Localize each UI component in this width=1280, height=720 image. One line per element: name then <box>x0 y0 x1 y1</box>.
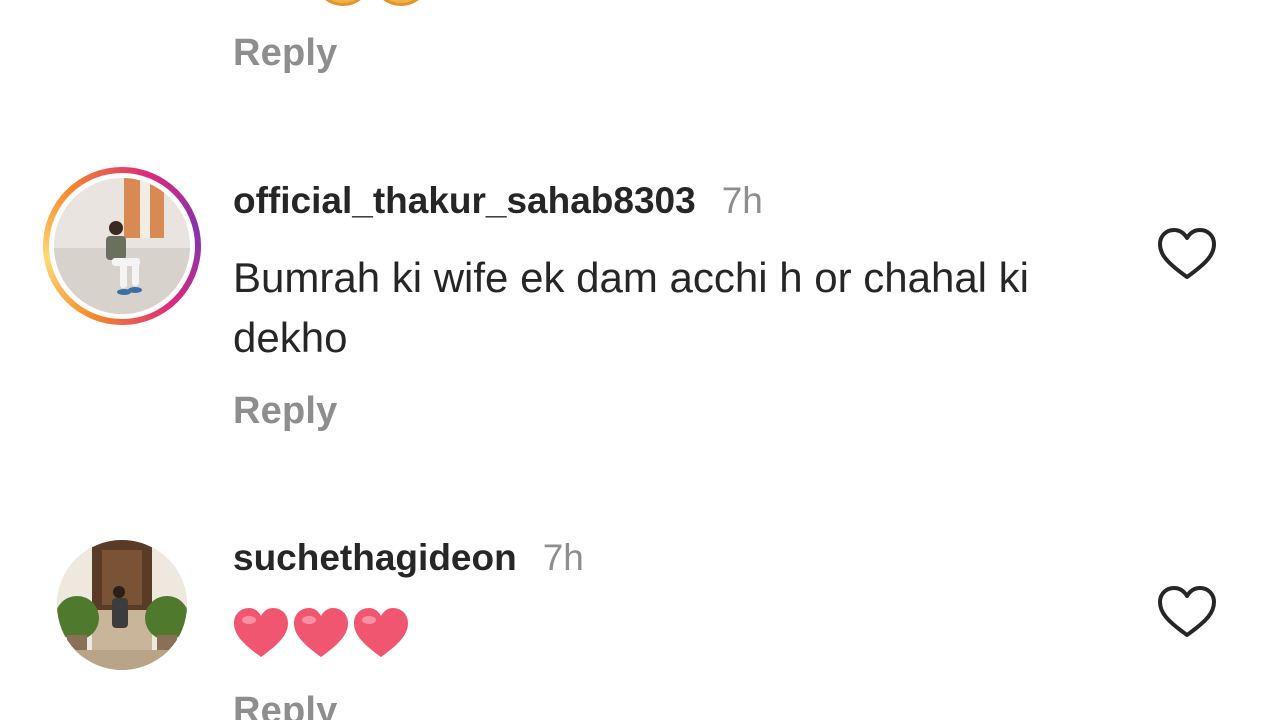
comment-emoji-text <box>232 606 410 660</box>
reply-button[interactable]: Reply <box>233 390 337 433</box>
comment-text: Bumrah ki wife ek dam acchi h or chahal … <box>233 254 1030 361</box>
comment-username[interactable]: official_thakur_sahab8303 <box>233 180 696 222</box>
red-heart-icon <box>294 608 348 657</box>
avatar[interactable] <box>57 540 187 670</box>
emoji-icon <box>376 0 426 6</box>
avatar-photo <box>57 540 187 670</box>
comment-timestamp: 7h <box>542 537 584 578</box>
red-heart-icon <box>354 608 408 657</box>
comment-username[interactable]: suchethagideon <box>233 537 517 579</box>
red-heart-icon <box>234 608 288 657</box>
avatar-photo <box>54 178 190 314</box>
avatar <box>54 178 190 314</box>
emoji-icon <box>318 0 368 6</box>
heart-outline-icon[interactable] <box>1156 226 1218 282</box>
avatar-story-ring[interactable] <box>43 167 201 325</box>
comments-list: Reply official_thakur_sahab8303 7h Bumra… <box>0 0 1280 720</box>
comment-header: official_thakur_sahab8303 7h <box>233 180 763 222</box>
heart-outline-icon[interactable] <box>1156 584 1218 640</box>
comment-header: suchethagideon 7h <box>233 537 584 579</box>
reply-button[interactable]: Reply <box>233 32 337 75</box>
reply-button[interactable]: Reply <box>233 690 337 720</box>
comment-timestamp: 7h <box>721 180 763 221</box>
previous-comment-emoji <box>318 0 426 6</box>
